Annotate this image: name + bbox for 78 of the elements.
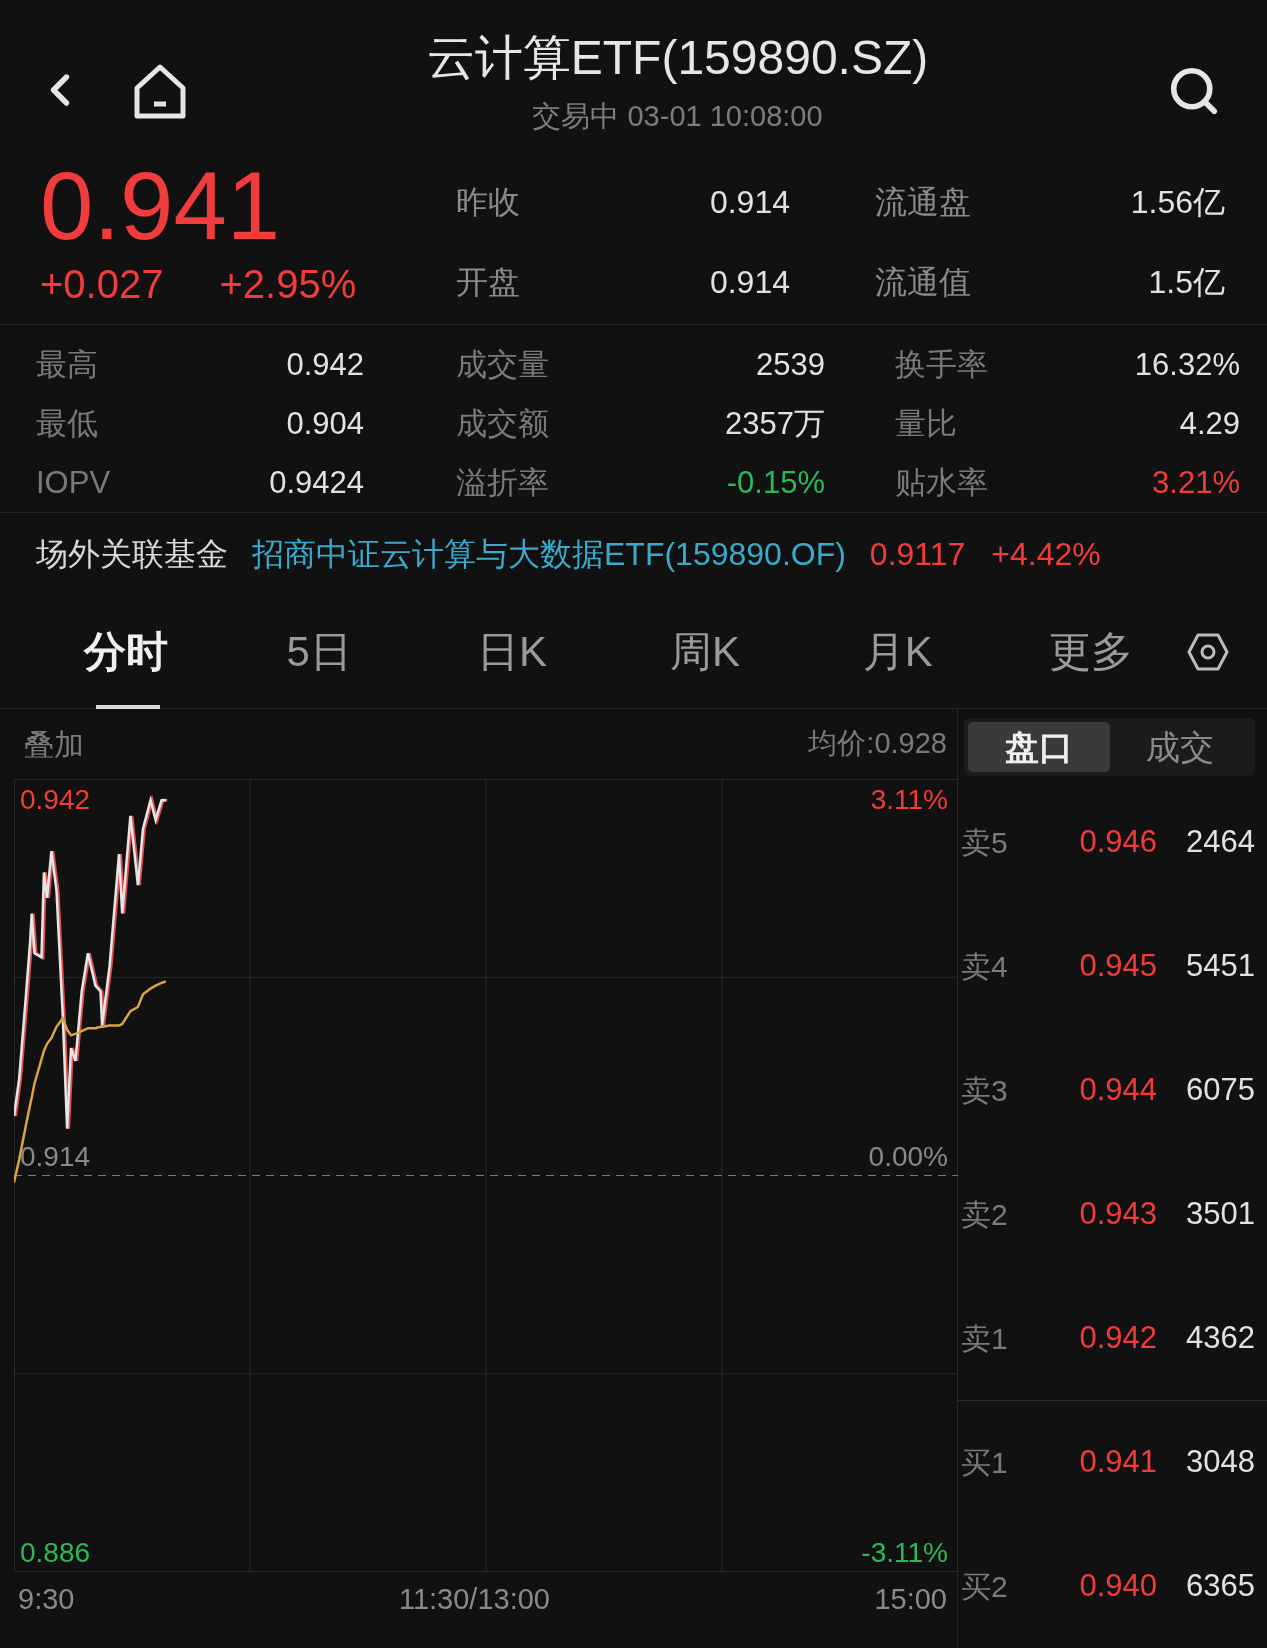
- order-volume: 3048: [1185, 1443, 1255, 1482]
- order-level-label: 卖3: [961, 1072, 1009, 1109]
- linked-fund-price: 0.9117: [869, 535, 966, 575]
- axis-price-label: 0.914: [20, 1139, 91, 1174]
- stat-value: 1.56亿: [1130, 183, 1225, 223]
- stat-value: 2357万: [725, 405, 825, 444]
- stat-value: 16.32%: [1134, 346, 1240, 385]
- stat-label: 贴水率: [895, 464, 988, 503]
- order-volume: 4362: [1185, 1318, 1255, 1357]
- order-book-tab[interactable]: 盘口: [968, 722, 1110, 772]
- time-axis-label: 11:30/13:00: [398, 1581, 550, 1617]
- order-level-label: 买1: [961, 1445, 1009, 1481]
- stat-value: 0.9424: [269, 464, 364, 503]
- order-book-tab[interactable]: 成交: [1109, 722, 1251, 772]
- chart-tab[interactable]: 月K: [801, 594, 995, 709]
- stat-label: 换手率: [895, 346, 988, 385]
- percent-change: +2.95%: [219, 261, 357, 309]
- stat-value: -0.15%: [726, 464, 825, 503]
- linked-fund-change: +4.42%: [991, 535, 1101, 575]
- axis-percent-label: 3.11%: [870, 783, 948, 817]
- stat-label: 成交额: [456, 405, 549, 444]
- stat-label: 溢折率: [456, 464, 549, 503]
- stat-label: 昨收: [456, 183, 520, 223]
- order-level-label: 买2: [961, 1568, 1009, 1605]
- chart-tab[interactable]: 日K: [415, 594, 609, 709]
- stat-label: 成交量: [456, 346, 549, 385]
- chart-tab[interactable]: 更多: [994, 594, 1187, 709]
- stat-value: 0.914: [709, 263, 790, 303]
- stat-value: 0.904: [286, 405, 364, 444]
- order-price: 0.944: [1078, 1070, 1157, 1109]
- order-price: 0.943: [1078, 1194, 1157, 1233]
- linked-fund-link[interactable]: 招商中证云计算与大数据ETF(159890.OF): [252, 534, 846, 575]
- price-change: +0.027: [40, 261, 164, 309]
- order-level-label: 卖4: [961, 948, 1009, 985]
- order-volume: 3501: [1185, 1194, 1255, 1233]
- stat-label: 开盘: [456, 263, 520, 303]
- stat-value: 4.29: [1179, 405, 1240, 444]
- time-axis-label: 15:00: [874, 1581, 947, 1617]
- trading-status: 交易中 03-01 10:08:00: [532, 99, 823, 134]
- stat-value: 0.914: [709, 183, 790, 223]
- chart-tab[interactable]: 周K: [608, 594, 802, 709]
- order-volume: 6365: [1185, 1566, 1255, 1605]
- order-volume: 6075: [1185, 1070, 1255, 1109]
- overlay-button[interactable]: 叠加: [14, 721, 84, 767]
- axis-percent-label: 0.00%: [868, 1139, 948, 1174]
- axis-percent-label: -3.11%: [861, 1536, 948, 1570]
- home-icon[interactable]: [132, 62, 188, 120]
- stat-label: 流通值: [875, 263, 971, 303]
- chart-tab[interactable]: 分时: [30, 594, 223, 709]
- order-price: 0.942: [1078, 1318, 1157, 1357]
- stat-value: 2539: [756, 346, 825, 385]
- time-axis-label: 9:30: [18, 1581, 75, 1617]
- order-price: 0.945: [1078, 946, 1157, 985]
- order-price: 0.946: [1078, 822, 1157, 861]
- last-price: 0.941: [40, 156, 282, 257]
- order-volume: 2464: [1185, 822, 1255, 861]
- linked-fund-label: 场外关联基金: [36, 535, 228, 575]
- order-level-label: 卖2: [961, 1196, 1009, 1233]
- axis-price-label: 0.942: [20, 783, 91, 817]
- order-volume: 5451: [1185, 946, 1255, 985]
- stat-value: 1.5亿: [1148, 263, 1225, 303]
- order-price: 0.940: [1078, 1566, 1157, 1605]
- tab-underline: [96, 704, 160, 709]
- stat-label: 流通盘: [875, 183, 971, 223]
- stat-value: 0.942: [286, 346, 364, 385]
- order-level-label: 卖1: [961, 1320, 1009, 1357]
- page-title: 云计算ETF(159890.SZ): [426, 30, 929, 86]
- settings-icon[interactable]: [1187, 631, 1229, 672]
- stat-label: IOPV: [36, 464, 111, 503]
- stat-value: 3.21%: [1152, 464, 1240, 503]
- order-level-label: 卖5: [961, 824, 1009, 861]
- stat-label: 最高: [36, 346, 98, 385]
- stat-label: 量比: [895, 405, 957, 444]
- stat-label: 最低: [36, 405, 98, 444]
- axis-price-label: 0.886: [20, 1536, 91, 1570]
- average-price: 均价:0.928: [808, 726, 947, 762]
- order-price: 0.941: [1078, 1443, 1157, 1482]
- chart-tab[interactable]: 5日: [222, 594, 416, 709]
